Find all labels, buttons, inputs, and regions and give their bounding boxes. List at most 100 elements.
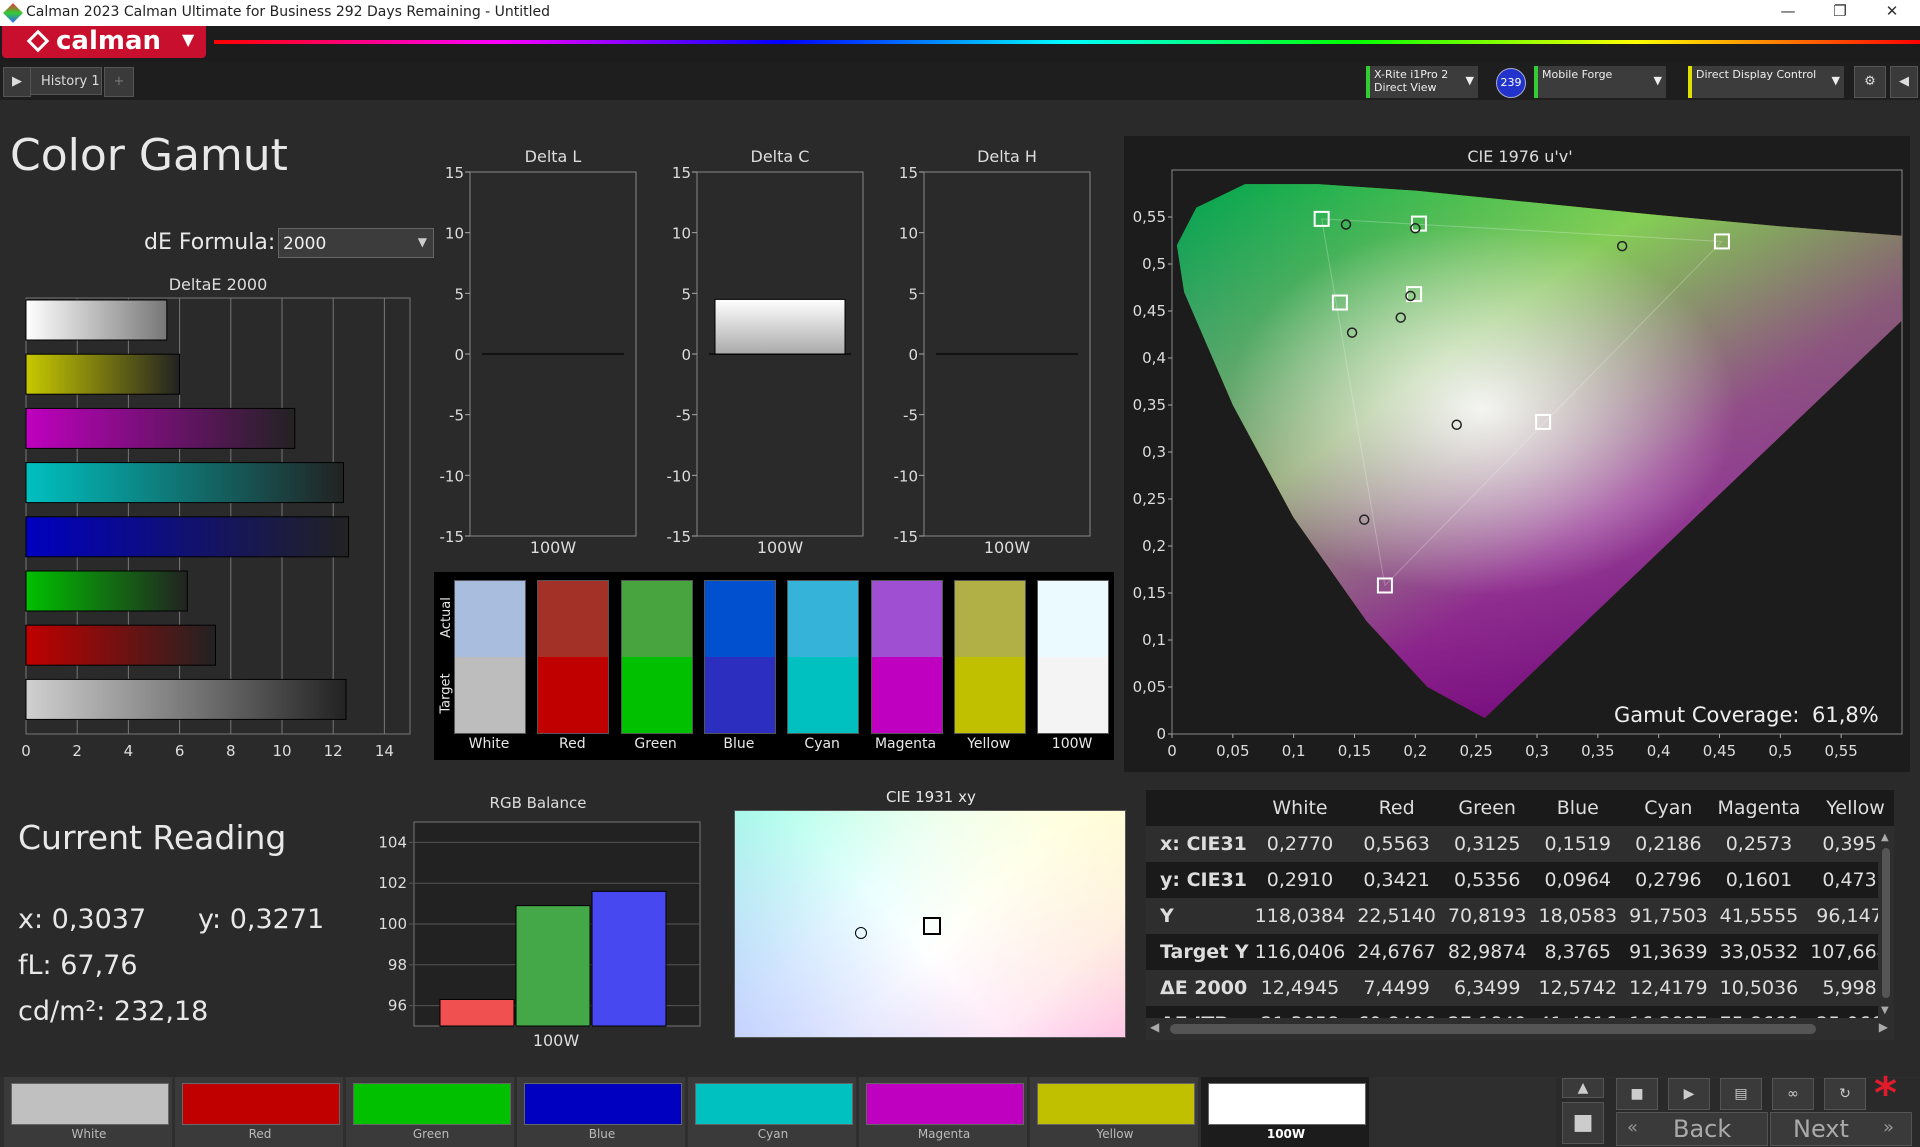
deltae-bar-cyan: [25, 462, 344, 504]
patch-actual-swatch: [704, 581, 775, 657]
next-button[interactable]: Next »: [1770, 1112, 1912, 1146]
column-header[interactable]: Magenta: [1714, 790, 1805, 826]
swatch-color: [1037, 1083, 1195, 1125]
table-cell: 12,5742: [1538, 977, 1618, 999]
delta-tick-label: 0: [681, 346, 691, 364]
play-icon[interactable]: ▶: [1668, 1078, 1710, 1110]
patch-label: Yellow: [967, 736, 1011, 752]
swatch-green[interactable]: Green: [346, 1077, 514, 1147]
de-formula-select[interactable]: 2000 ▼: [278, 228, 434, 258]
loop-icon[interactable]: ∞: [1772, 1078, 1814, 1110]
source-selector[interactable]: Mobile Forge ▼: [1534, 66, 1666, 98]
cie1976-ytick-label: 0,25: [1133, 490, 1166, 508]
swatch-100w[interactable]: 100W: [1201, 1077, 1369, 1147]
stop-icon[interactable]: ■: [1616, 1078, 1658, 1110]
deltae-bar-100w: [25, 678, 347, 720]
scroll-down-icon[interactable]: ▼: [1881, 1005, 1889, 1016]
cie1976-ytick-label: 0,15: [1133, 584, 1166, 602]
scroll-up-icon[interactable]: ▲: [1881, 832, 1889, 843]
collapse-panel-icon[interactable]: ◀: [1890, 66, 1918, 98]
delta-tick-label: -5: [676, 407, 691, 425]
swatch-label: 100W: [1266, 1127, 1306, 1141]
scroll-left-icon[interactable]: ◀: [1150, 1020, 1159, 1034]
table-cell: 118,0384: [1254, 905, 1346, 927]
rgb-balance-title: RGB Balance: [490, 794, 587, 812]
deltae-tick-label: 4: [124, 742, 134, 760]
column-header[interactable]: Green: [1442, 790, 1533, 826]
calman-logo-icon: [26, 29, 50, 53]
scroll-thumb-v[interactable]: [1882, 848, 1890, 998]
tab-history-1[interactable]: History 1: [30, 67, 102, 95]
column-header[interactable]: Yellow: [1804, 790, 1894, 826]
horizontal-scrollbar[interactable]: ◀ ▶: [1146, 1018, 1894, 1040]
cie1976-ytick-label: 0,5: [1142, 255, 1166, 273]
delta-bar: [714, 298, 846, 355]
cie1976-ytick-label: 0,35: [1133, 396, 1166, 414]
swatch-color: [695, 1083, 853, 1125]
scroll-right-icon[interactable]: ▶: [1879, 1020, 1888, 1034]
rgb-xlabel: 100W: [533, 1031, 580, 1050]
stop-button[interactable]: ■: [1562, 1102, 1604, 1144]
table-cell: 0,3125: [1453, 833, 1521, 855]
table-cell: 82,9874: [1447, 941, 1527, 963]
column-header[interactable]: Red: [1351, 790, 1442, 826]
table-cell: 8,3765: [1544, 941, 1612, 963]
meter-selector[interactable]: X-Rite i1Pro 2 Direct View ▼: [1366, 66, 1478, 98]
swatch-color: [866, 1083, 1024, 1125]
delta-chart-title: Delta C: [751, 147, 810, 166]
restore-icon[interactable]: ❐: [1820, 2, 1860, 20]
up-arrow-button[interactable]: ▲: [1562, 1078, 1604, 1098]
swatch-yellow[interactable]: Yellow: [1030, 1077, 1198, 1147]
add-tab-button[interactable]: +: [104, 67, 134, 97]
patch-target-swatch: [954, 657, 1025, 733]
patch-target-swatch: [538, 657, 609, 733]
delta-charts: Delta L 15 10 5 0 -5 -10 -15 100W Delta C 15 10 5 0 -5…: [440, 147, 1091, 557]
patch-actual-swatch: [1038, 581, 1109, 657]
patch-label: 100W: [1051, 736, 1093, 752]
patch-yellow: [953, 580, 1026, 734]
calman-menu-button[interactable]: calman ▼: [2, 26, 206, 58]
chevron-down-icon: ▼: [1465, 74, 1474, 87]
refresh-icon[interactable]: ↻: [1824, 1078, 1866, 1110]
play-workflow-button[interactable]: ▶: [3, 67, 31, 97]
close-icon[interactable]: ✕: [1872, 2, 1912, 20]
cie1976-xtick-label: 0,15: [1338, 742, 1371, 760]
table-cell: 70,8193: [1447, 905, 1527, 927]
column-header[interactable]: Cyan: [1623, 790, 1714, 826]
patch-cyan: [787, 580, 860, 734]
column-header[interactable]: White: [1249, 790, 1352, 826]
delta-tick-label: -15: [667, 528, 692, 546]
rgb-balance-chart: RGB Balance 104 102 100 98 96 100W: [378, 794, 701, 1050]
deltae-chart: 0 2 4 6 8 10 12 14 DeltaE 2000: [21, 275, 411, 760]
minimize-icon[interactable]: —: [1768, 2, 1808, 20]
save-icon[interactable]: ▤: [1720, 1078, 1762, 1110]
back-button[interactable]: « Back: [1616, 1112, 1768, 1146]
settings-gear-icon[interactable]: ⚙: [1854, 66, 1886, 98]
cie1976-xtick-label: 0: [1167, 742, 1177, 760]
swatch-label: White: [71, 1127, 107, 1141]
swatch-red[interactable]: Red: [175, 1077, 343, 1147]
swatch-blue[interactable]: Blue: [517, 1077, 685, 1147]
patch-target-swatch: [621, 657, 692, 733]
meter-badge[interactable]: 239: [1496, 68, 1526, 98]
row-header: Target Y: [1160, 941, 1249, 963]
patch-blue: [703, 580, 776, 734]
delta-tick-label: -15: [440, 528, 465, 546]
cie1976-xtick-label: 0,05: [1216, 742, 1249, 760]
delta-chart-title: Delta L: [525, 147, 582, 166]
swatch-cyan[interactable]: Cyan: [688, 1077, 856, 1147]
display-selector[interactable]: Direct Display Control ▼: [1688, 66, 1844, 98]
swatch-color: [1208, 1083, 1366, 1125]
swatch-white[interactable]: White: [4, 1077, 172, 1147]
column-header[interactable]: Blue: [1532, 790, 1623, 826]
vertical-scrollbar[interactable]: ▲ ▼: [1878, 830, 1894, 1018]
table-cell: 33,0532: [1719, 941, 1799, 963]
rgb-bar-r: [439, 998, 515, 1027]
swatch-label: Magenta: [917, 1127, 971, 1141]
cie1976-xtick-label: 0,1: [1282, 742, 1306, 760]
cie1976-xtick-label: 0,35: [1581, 742, 1614, 760]
delta-tick-label: 15: [899, 164, 918, 182]
patch-target-swatch: [788, 657, 859, 733]
swatch-magenta[interactable]: Magenta: [859, 1077, 1027, 1147]
scroll-thumb[interactable]: [1170, 1024, 1816, 1034]
